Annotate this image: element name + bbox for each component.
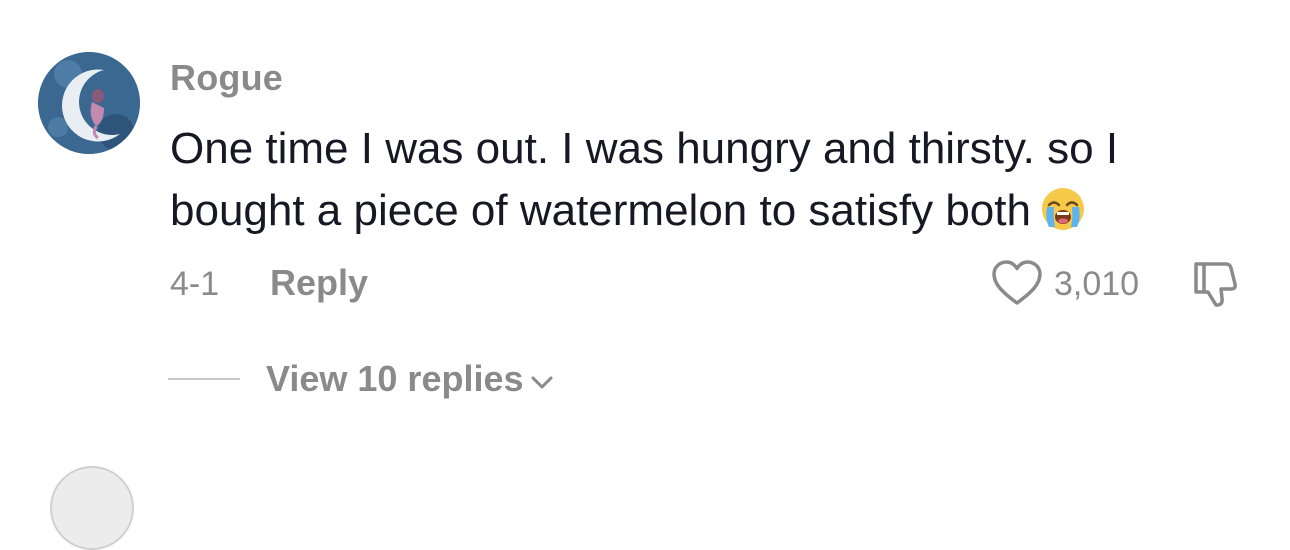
comment-item: Rogue One time I was out. I was hungry a… <box>0 0 1290 550</box>
like-count: 3,010 <box>1054 265 1140 303</box>
next-comment-avatar[interactable] <box>50 466 134 550</box>
view-replies-button[interactable]: View 10 replies <box>266 358 554 402</box>
view-replies-label: View 10 replies <box>266 358 524 399</box>
replies-divider <box>168 378 240 380</box>
comment-body: One time I was out. I was hungry and thi… <box>170 124 1119 235</box>
username[interactable]: Rogue <box>170 56 283 100</box>
comment-date: 4-1 <box>170 265 220 303</box>
avatar-image <box>38 52 140 154</box>
reply-button[interactable]: Reply <box>270 262 368 304</box>
avatar[interactable] <box>38 52 140 154</box>
view-replies-row: View 10 replies <box>168 354 668 404</box>
thumbs-down-icon[interactable] <box>1190 258 1242 310</box>
loudly-crying-face-emoji-icon <box>1039 185 1087 233</box>
heart-outline-icon[interactable] <box>990 258 1044 308</box>
comment-text: One time I was out. I was hungry and thi… <box>170 118 1230 242</box>
chevron-down-icon <box>530 358 554 400</box>
comment-meta-row: 4-1 Reply 3,010 <box>170 258 1250 308</box>
